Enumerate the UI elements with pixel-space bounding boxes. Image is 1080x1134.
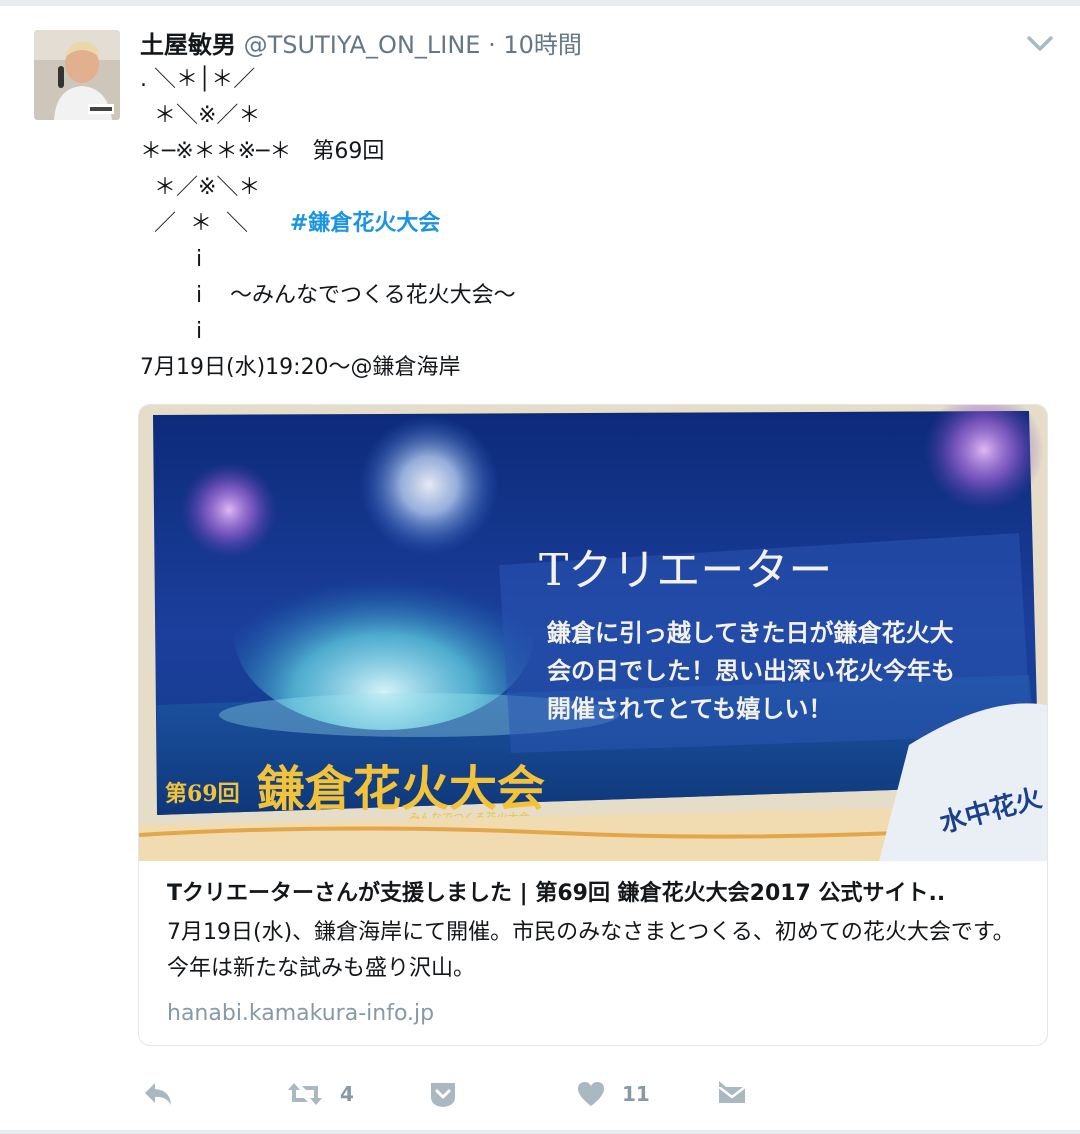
retweet-count: 4: [340, 1082, 354, 1106]
card-image-logo-number: 第69回: [165, 781, 240, 807]
like-count: 11: [622, 1082, 650, 1106]
user-handle[interactable]: @TSUTIYA_ON_LINE: [244, 31, 481, 59]
tweet-line-5-art: ／ ＊ ＼: [140, 211, 290, 236]
tweet: 土屋敏男 @TSUTIYA_ON_LINE · 10時間 . ＼＊│＊／ ＊＼※…: [0, 6, 1080, 1134]
moments-button[interactable]: [428, 1074, 458, 1114]
avatar[interactable]: [34, 30, 120, 120]
tweet-line-6: i: [140, 247, 203, 272]
direct-message-button[interactable]: [716, 1074, 748, 1114]
tweet-line-3: ＊─※＊＊※─＊ 第69回: [140, 139, 385, 164]
card-description: 7月19日(水)、鎌倉海岸にて開催。市民のみなさまとつくる、初めての花火大会です…: [167, 920, 1015, 981]
avatar-photo: [34, 30, 120, 120]
display-name[interactable]: 土屋敏男: [140, 31, 236, 59]
retweet-button[interactable]: 4: [286, 1074, 354, 1114]
retweet-icon: [288, 1083, 322, 1105]
hashtag-link[interactable]: #鎌倉花火大会: [290, 211, 440, 236]
link-card[interactable]: Tクリエーター 鎌倉に引っ越してきた日が鎌倉花火大 会の日でした！思い出深い花火…: [138, 404, 1048, 1046]
tweet-line-5: ／ ＊ ＼ #鎌倉花火大会: [140, 206, 440, 242]
card-url[interactable]: hanabi.kamakura-info.jp: [167, 997, 1027, 1031]
chevron-down-icon[interactable]: [1026, 34, 1054, 54]
card-image[interactable]: Tクリエーター 鎌倉に引っ越してきた日が鎌倉花火大 会の日でした！思い出深い花火…: [139, 405, 1047, 861]
timestamp[interactable]: 10時間: [503, 31, 582, 59]
tweet-line-2: ＊＼※／＊: [140, 103, 261, 128]
card-image-logo-main: 鎌倉花火大会: [257, 761, 545, 817]
card-image-line-2: 会の日でした！思い出深い花火今年も: [547, 657, 955, 685]
tweet-line-8: i: [140, 319, 203, 344]
tweet-header: 土屋敏男 @TSUTIYA_ON_LINE · 10時間: [140, 28, 582, 64]
card-image-line-1: 鎌倉に引っ越してきた日が鎌倉花火大: [547, 619, 954, 647]
header-separator: ·: [488, 31, 496, 59]
card-text: Tクリエーターさんが支援しました | 第69回 鎌倉花火大会2017 公式サイト…: [167, 877, 1027, 1031]
card-image-line-3: 開催されてとても嬉しい！: [547, 695, 832, 723]
reply-icon: [145, 1083, 171, 1105]
tweet-line-1: . ＼＊│＊／: [140, 67, 256, 92]
direct-message-icon: [718, 1081, 746, 1103]
reply-button[interactable]: [142, 1074, 174, 1114]
card-title[interactable]: Tクリエーターさんが支援しました | 第69回 鎌倉花火大会2017 公式サイト…: [167, 877, 1027, 911]
tweet-line-4: ＊／※＼＊: [140, 175, 261, 200]
tweet-line-7: i ～みんなでつくる花火大会～: [140, 283, 516, 308]
card-image-headline: Tクリエーター: [539, 545, 832, 596]
heart-icon: [578, 1082, 604, 1106]
moments-icon: [431, 1083, 455, 1107]
like-button[interactable]: 11: [576, 1074, 650, 1114]
tweet-line-9: 7月19日(水)19:20～@鎌倉海岸: [140, 355, 461, 380]
